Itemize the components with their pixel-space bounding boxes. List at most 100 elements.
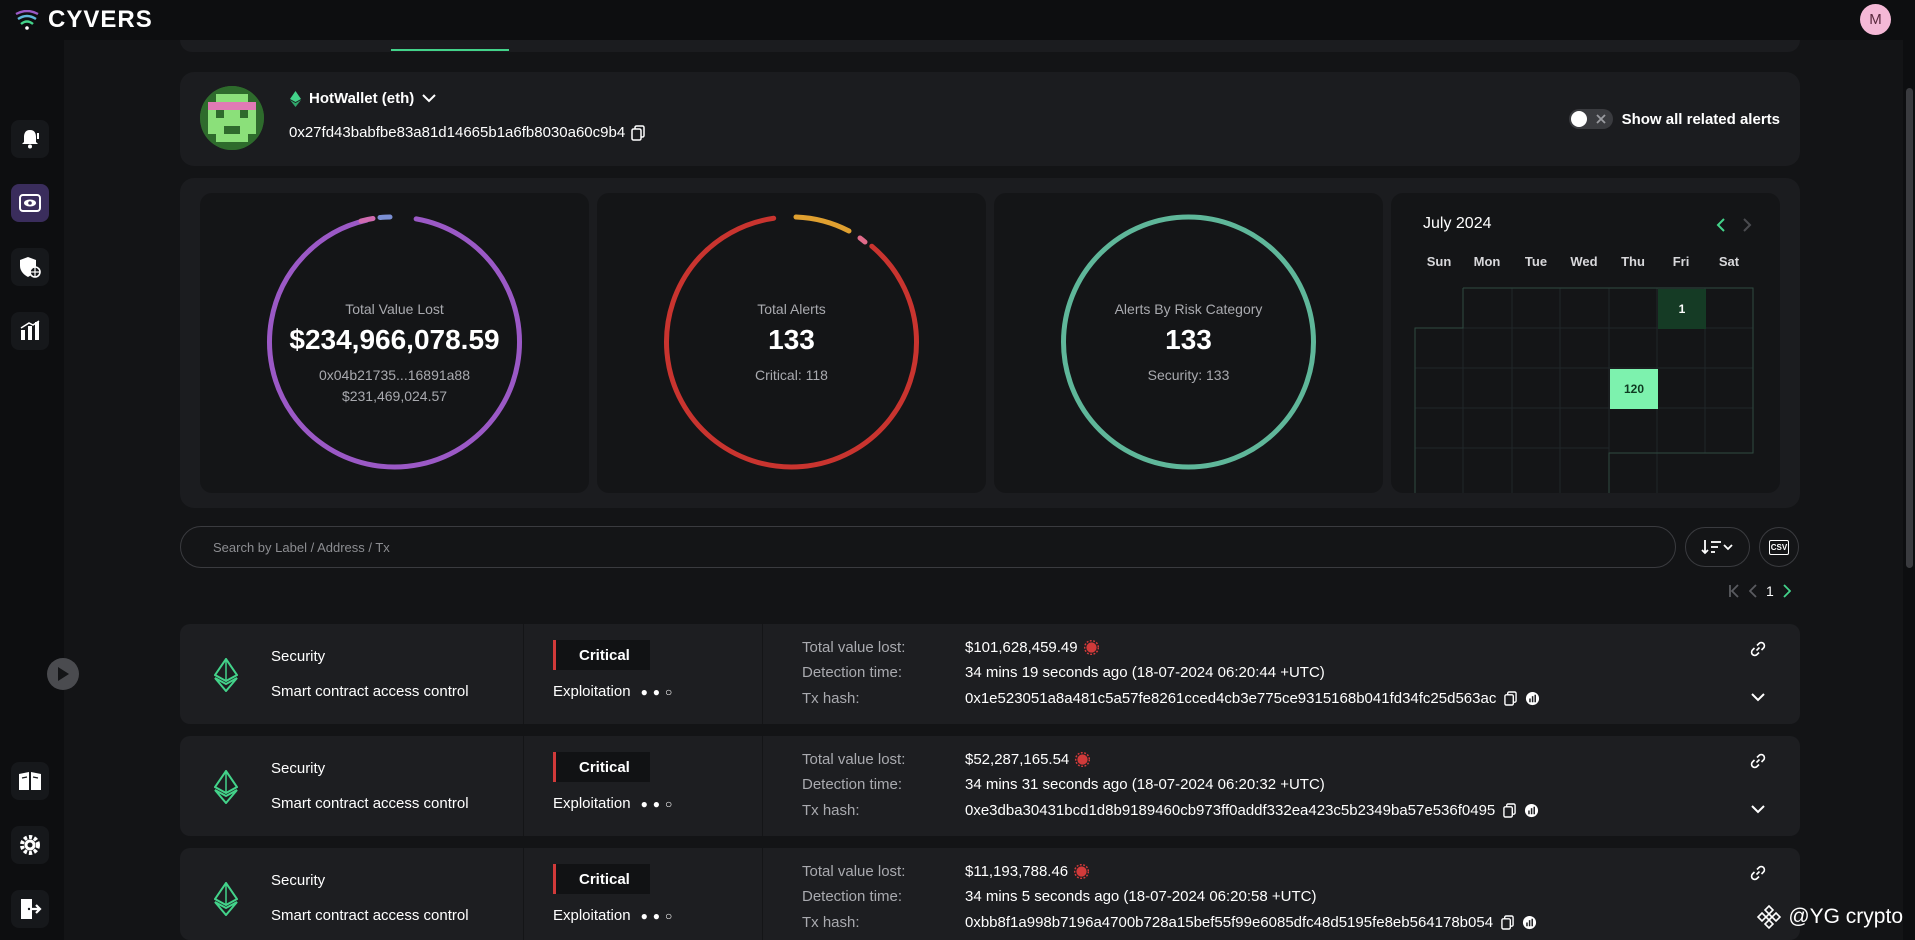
shield-globe-icon — [20, 257, 41, 278]
value-lost-label: Total value lost: — [802, 863, 906, 880]
danger-icon — [1083, 640, 1099, 655]
sidebar-item-alerts[interactable] — [11, 120, 49, 158]
chevron-down-icon[interactable] — [1751, 693, 1765, 702]
copy-icon[interactable] — [1501, 915, 1514, 930]
link-icon[interactable] — [1750, 753, 1766, 769]
severity-badge: Critical — [553, 864, 650, 894]
alert-category: Security — [271, 760, 326, 777]
ethereum-icon — [290, 90, 301, 107]
risk-category-title: Alerts By Risk Category — [1114, 301, 1263, 317]
total-alerts-count: 133 — [768, 324, 815, 355]
explorer-icon[interactable] — [1525, 691, 1540, 706]
gear-icon — [20, 835, 40, 855]
sidebar — [0, 40, 64, 940]
related-alerts-label: Show all related alerts — [1621, 110, 1780, 128]
sidebar-item-analytics[interactable] — [11, 312, 49, 350]
binance-icon — [1757, 904, 1782, 930]
attack-stage-label: Exploitation — [553, 683, 631, 700]
book-icon — [19, 772, 41, 790]
value-lost-card: Total Value Lost $234,966,078.59 0x04b21… — [200, 193, 589, 493]
tx-hash[interactable]: 0xe3dba30431bcd1d8b9189460cb973ff0addf33… — [965, 802, 1495, 819]
chevron-down-icon — [422, 94, 436, 103]
copy-icon[interactable] — [631, 124, 645, 141]
value-lost-label: Total value lost: — [802, 639, 906, 656]
detection-time: 34 mins 19 seconds ago (18-07-2024 06:20… — [965, 664, 1325, 681]
wallet-header: HotWallet (eth) 0x27fd43babfbe83a81d1466… — [180, 72, 1800, 166]
calendar-grid — [1414, 287, 1754, 493]
calendar-day-count[interactable]: 120 — [1610, 369, 1658, 409]
wallet-selector[interactable]: HotWallet (eth) — [290, 90, 436, 107]
wallet-label: HotWallet (eth) — [309, 90, 415, 107]
related-alerts-toggle[interactable] — [1568, 109, 1613, 129]
calendar-day-count[interactable]: 1 — [1658, 289, 1706, 329]
detection-time-label: Detection time: — [802, 888, 903, 905]
attack-stage: Exploitation ●●○ — [553, 907, 677, 924]
sort-button[interactable] — [1685, 527, 1750, 567]
alert-row[interactable]: Security Smart contract access control C… — [180, 848, 1800, 940]
explorer-icon[interactable] — [1524, 803, 1539, 818]
sidebar-item-logout[interactable] — [11, 890, 49, 928]
alert-row[interactable]: Security Smart contract access control C… — [180, 624, 1800, 724]
top-bar: CYVERS M — [0, 0, 1915, 40]
brand-logo[interactable]: CYVERS — [14, 6, 153, 34]
tx-hash-label: Tx hash: — [802, 914, 860, 931]
calendar-card: July 2024 Sun Mon Tue Wed Thu Fri Sat 1 … — [1391, 193, 1780, 493]
severity-badge: Critical — [553, 752, 650, 782]
stage-dots: ●●○ — [640, 908, 678, 923]
close-icon — [1595, 114, 1606, 124]
alert-value-lost: $52,287,165.54 — [965, 751, 1070, 768]
play-icon — [58, 667, 69, 681]
detection-time: 34 mins 31 seconds ago (18-07-2024 06:20… — [965, 776, 1325, 793]
tx-hash-label: Tx hash: — [802, 690, 860, 707]
sidebar-item-settings[interactable] — [11, 826, 49, 864]
total-alerts-title: Total Alerts — [757, 301, 826, 317]
attack-stage: Exploitation ●●○ — [553, 795, 677, 812]
ethereum-icon — [214, 882, 238, 916]
copy-icon[interactable] — [1503, 803, 1517, 818]
total-alerts-card: Total Alerts 133 Critical: 118 — [597, 193, 986, 493]
first-page-icon[interactable] — [1728, 584, 1740, 598]
copy-icon[interactable] — [1504, 691, 1518, 706]
scrollbar[interactable] — [1903, 40, 1915, 940]
ethereum-icon — [214, 770, 238, 804]
stats-panel: Total Value Lost $234,966,078.59 0x04b21… — [180, 178, 1800, 508]
attack-stage-label: Exploitation — [553, 795, 631, 812]
next-page-icon[interactable] — [1783, 584, 1791, 598]
sort-icon — [1700, 540, 1733, 555]
watermark: @YG crypto — [1756, 904, 1903, 930]
tx-hash[interactable]: 0x1e523051a8a481c5a57fe8261cced4cb3e775c… — [965, 690, 1496, 707]
sidebar-item-monitoring[interactable] — [11, 184, 49, 222]
scrollbar-thumb[interactable] — [1906, 88, 1913, 568]
prev-page-icon[interactable] — [1749, 584, 1757, 598]
link-icon[interactable] — [1750, 641, 1766, 657]
user-avatar[interactable]: M — [1860, 4, 1891, 35]
danger-icon — [1074, 864, 1090, 879]
csv-export-button[interactable]: CSV — [1759, 527, 1799, 567]
value-lost-amount: $234,966,078.59 — [289, 324, 500, 355]
alert-value-lost: $101,628,459.49 — [965, 639, 1078, 656]
detection-time-label: Detection time: — [802, 664, 903, 681]
bar-chart-icon — [20, 320, 40, 340]
wallet-avatar — [200, 86, 264, 150]
sidebar-item-security[interactable] — [11, 248, 49, 286]
sidebar-expand-button[interactable] — [47, 658, 79, 690]
search-input[interactable]: Search by Label / Address / Tx — [180, 526, 1676, 568]
logout-icon — [21, 899, 42, 919]
chevron-down-icon[interactable] — [1751, 805, 1765, 814]
top-loss-amount: $231,469,024.57 — [341, 388, 448, 404]
critical-count: Critical: 118 — [755, 367, 828, 383]
value-lost-title: Total Value Lost — [345, 301, 444, 317]
sidebar-item-docs[interactable] — [11, 762, 49, 800]
detection-time: 34 mins 5 seconds ago (18-07-2024 06:20:… — [965, 888, 1317, 905]
severity-badge: Critical — [553, 640, 650, 670]
alert-row[interactable]: Security Smart contract access control C… — [180, 736, 1800, 836]
watermark-text: @YG crypto — [1788, 905, 1903, 928]
risk-category-card: Alerts By Risk Category 133 Security: 13… — [994, 193, 1383, 493]
cyvers-logo-icon — [15, 10, 39, 30]
tx-hash[interactable]: 0xbb8f1a998b7196a4700b728a15bef55f99e608… — [965, 914, 1493, 931]
explorer-icon[interactable] — [1522, 915, 1537, 930]
wallet-address: 0x27fd43babfbe83a81d14665b1a6fb8030a60c9… — [289, 124, 626, 141]
link-icon[interactable] — [1750, 865, 1766, 881]
ethereum-icon — [214, 658, 238, 692]
active-tab-indicator — [391, 49, 509, 51]
